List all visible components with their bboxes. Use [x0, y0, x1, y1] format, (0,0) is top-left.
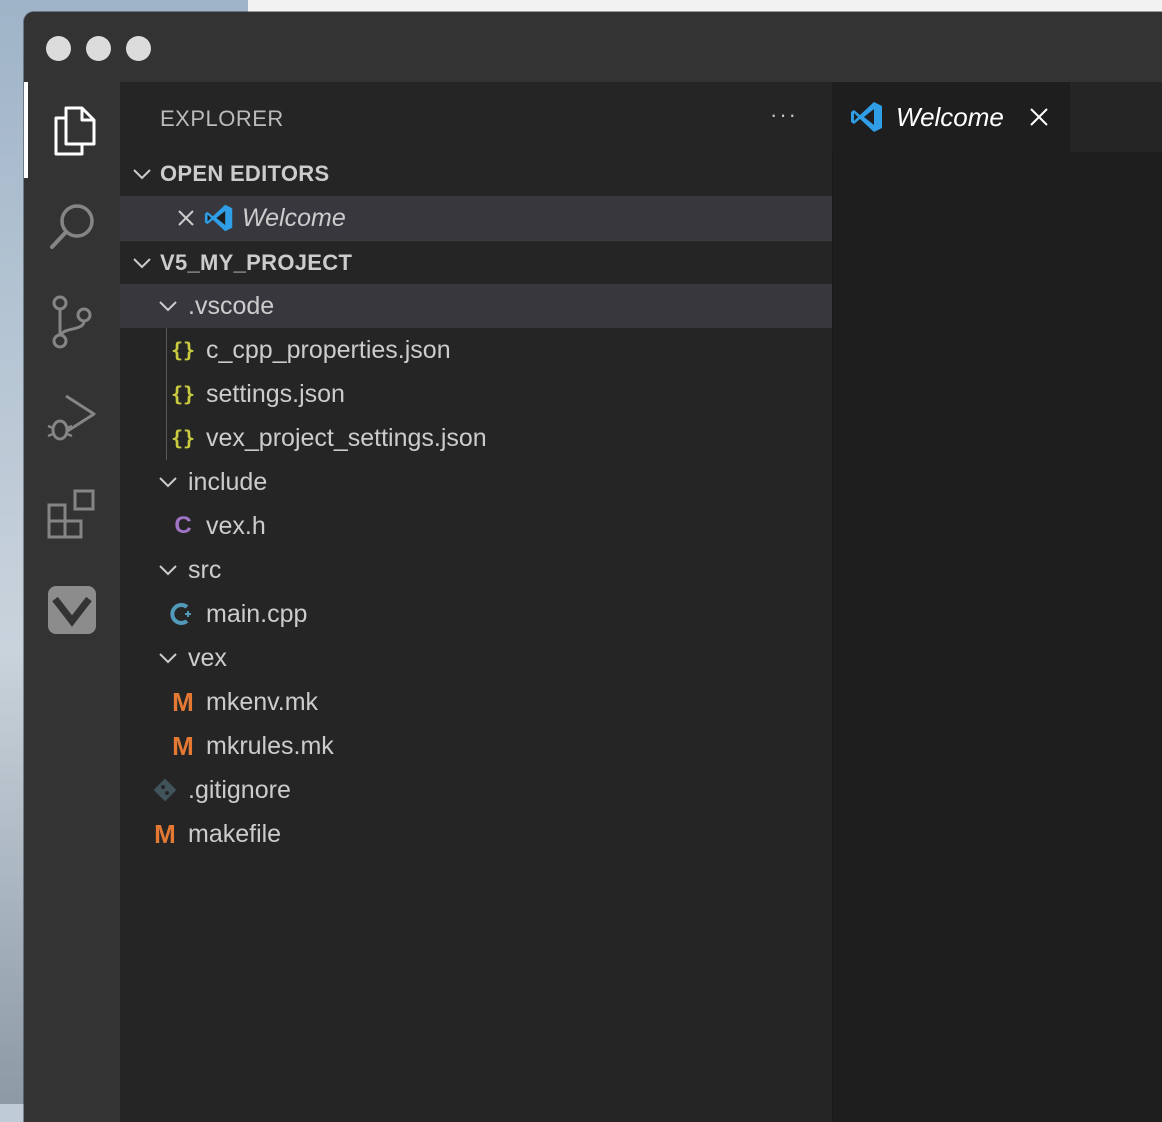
tree-item-label: mkrules.mk — [206, 731, 334, 760]
tree-item-label: makefile — [188, 819, 282, 848]
makefile-icon: M — [172, 730, 194, 761]
tree-file-vex-h[interactable]: C vex.h — [120, 504, 832, 548]
cpp-file-icon — [168, 599, 198, 629]
activity-explorer[interactable] — [24, 82, 120, 178]
search-icon — [50, 204, 94, 249]
tree-file-gitignore[interactable]: .gitignore — [120, 768, 832, 812]
git-icon — [150, 775, 180, 805]
tree-item-label: src — [188, 555, 222, 584]
tab-welcome[interactable]: Welcome — [832, 82, 1070, 152]
tree-file-vex-project-settings[interactable]: {} vex_project_settings.json — [120, 416, 832, 460]
tab-bar: Welcome — [832, 82, 1162, 152]
vscode-window: EXPLORER ··· OPEN EDITORS Welcome V5_MY_… — [24, 12, 1162, 1122]
tree-file-settings[interactable]: {} settings.json — [120, 372, 832, 416]
editor-area: Welcome — [832, 82, 1162, 1122]
tree-folder-vscode[interactable]: .vscode — [120, 284, 832, 328]
activity-vex[interactable] — [24, 562, 120, 658]
tree-item-label: vex.h — [206, 511, 266, 540]
activity-extensions[interactable] — [24, 466, 120, 562]
activity-source-control[interactable] — [24, 274, 120, 370]
activity-bar — [24, 82, 120, 1122]
open-editor-item-welcome[interactable]: Welcome — [120, 196, 832, 240]
project-section-header[interactable]: V5_MY_PROJECT — [120, 240, 832, 284]
tree-folder-include[interactable]: include — [120, 460, 832, 504]
open-editors-section-header[interactable]: OPEN EDITORS — [120, 152, 832, 196]
open-editors-label: OPEN EDITORS — [160, 161, 330, 186]
window-minimize-button[interactable] — [86, 36, 111, 61]
chevron-down-icon — [154, 292, 182, 320]
tree-folder-src[interactable]: src — [120, 548, 832, 592]
sidebar-sash[interactable] — [832, 82, 833, 1122]
chevron-down-icon — [154, 556, 182, 584]
tree-file-makefile[interactable]: M makefile — [120, 812, 832, 856]
window-close-button[interactable] — [46, 36, 71, 61]
activity-run-debug[interactable] — [24, 370, 120, 466]
json-braces-icon: {} — [170, 338, 196, 362]
activity-search[interactable] — [24, 178, 120, 274]
tree-file-mkrules[interactable]: M mkrules.mk — [120, 724, 832, 768]
project-label: V5_MY_PROJECT — [160, 249, 353, 275]
chevron-down-icon — [128, 249, 156, 277]
extensions-icon — [47, 489, 95, 539]
tree-item-label: settings.json — [206, 379, 345, 408]
tree-item-label: mkenv.mk — [206, 687, 319, 716]
vex-logo-icon — [48, 586, 96, 634]
makefile-icon: M — [154, 818, 176, 849]
tree-file-mkenv[interactable]: M mkenv.mk — [120, 680, 832, 724]
tree-item-label: main.cpp — [206, 599, 308, 628]
json-braces-icon: {} — [170, 426, 196, 450]
tab-label: Welcome — [896, 101, 1004, 132]
chevron-down-icon — [128, 160, 156, 188]
vscode-logo-icon — [204, 203, 234, 233]
tree-item-label: c_cpp_properties.json — [206, 335, 451, 364]
chevron-down-icon — [154, 644, 182, 672]
c-file-icon: C — [174, 512, 192, 539]
tree-folder-vex[interactable]: vex — [120, 636, 832, 680]
makefile-icon: M — [172, 686, 194, 717]
more-actions-button[interactable]: ··· — [770, 102, 800, 132]
json-braces-icon: {} — [170, 382, 196, 406]
close-icon[interactable] — [172, 204, 200, 232]
sidebar-title: EXPLORER — [160, 106, 284, 131]
vscode-logo-icon — [850, 100, 884, 134]
tree-item-label: vex — [188, 643, 227, 672]
tree-item-label: .gitignore — [188, 775, 291, 804]
open-editor-label: Welcome — [242, 203, 346, 232]
tree-file-main-cpp[interactable]: main.cpp — [120, 592, 832, 636]
chevron-down-icon — [154, 468, 182, 496]
source-control-icon — [52, 295, 92, 349]
window-zoom-button[interactable] — [126, 36, 151, 61]
explorer-sidebar: EXPLORER ··· OPEN EDITORS Welcome V5_MY_… — [120, 82, 832, 1122]
files-icon — [54, 106, 96, 156]
tree-item-label: .vscode — [188, 291, 275, 320]
tree-item-label: include — [188, 467, 268, 496]
run-debug-icon — [47, 394, 96, 441]
tree-file-c-cpp-properties[interactable]: {} c_cpp_properties.json — [120, 328, 832, 372]
title-bar — [24, 12, 1162, 82]
sidebar-header: EXPLORER ··· — [120, 82, 832, 152]
close-icon[interactable] — [1028, 106, 1050, 128]
tree-item-label: vex_project_settings.json — [206, 423, 487, 452]
